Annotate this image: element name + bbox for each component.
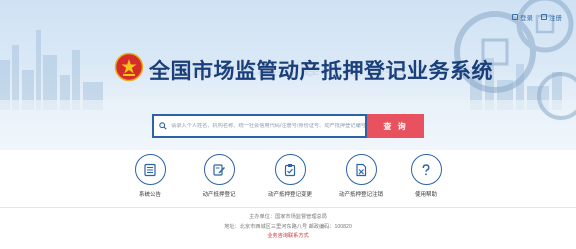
service-item-registration[interactable]: 动产抵押登记: [179, 154, 259, 198]
help-question-icon: [422, 163, 430, 175]
service-label: 动产抵押登记: [202, 192, 236, 198]
service-label: 动产抵押登记变更: [267, 192, 312, 198]
service-item-system-notice[interactable]: 系统公告: [110, 154, 190, 198]
page-title-reflection: 全国市场监管动产抵押登记业务系统: [149, 63, 493, 77]
search-button[interactable]: 查 询: [367, 114, 424, 138]
service-icon-circle: [410, 154, 442, 185]
footer: 主办单位：国家市场监督管理总局 地址：北京市西城区三里河东路八号 邮政编码：10…: [0, 213, 576, 242]
register-link[interactable]: 注册: [541, 12, 562, 22]
service-label: 系统公告: [138, 192, 161, 198]
service-menu: 系统公告 动产抵押登记 动产抵押登记变更 动产抵押登记注销 使用帮助: [110, 154, 466, 200]
search-bar: 查 询: [152, 114, 424, 138]
register-icon: [541, 14, 547, 20]
service-icon-circle: [134, 154, 166, 185]
footer-contact-link[interactable]: 业务咨询联系方式: [0, 232, 576, 242]
national-emblem-icon: [114, 52, 144, 82]
service-item-registration-change[interactable]: 动产抵押登记变更: [250, 154, 330, 198]
service-item-help[interactable]: 使用帮助: [386, 154, 466, 198]
change-clipboard-icon: [284, 163, 296, 176]
login-label: 登录: [520, 15, 533, 22]
footer-divider: [0, 207, 576, 208]
search-input[interactable]: [171, 123, 365, 129]
service-icon-circle: [345, 154, 377, 185]
notice-list-icon: [144, 163, 156, 176]
service-label: 使用帮助: [414, 192, 437, 198]
footer-sponsor: 主办单位：国家市场监督管理总局: [249, 214, 327, 220]
search-icon: [159, 122, 167, 130]
registration-icon: [213, 163, 225, 176]
login-icon: [512, 14, 518, 20]
top-nav: 登录 注册: [512, 12, 562, 22]
cancel-doc-icon: [356, 163, 367, 176]
footer-address: 地址：北京市西城区三里河东路八号 邮政编码：100820: [224, 223, 352, 230]
login-link[interactable]: 登录: [512, 12, 533, 22]
register-label: 注册: [549, 15, 562, 22]
search-box: [152, 114, 367, 138]
service-icon-circle: [203, 154, 235, 185]
service-icon-circle: [274, 154, 306, 185]
